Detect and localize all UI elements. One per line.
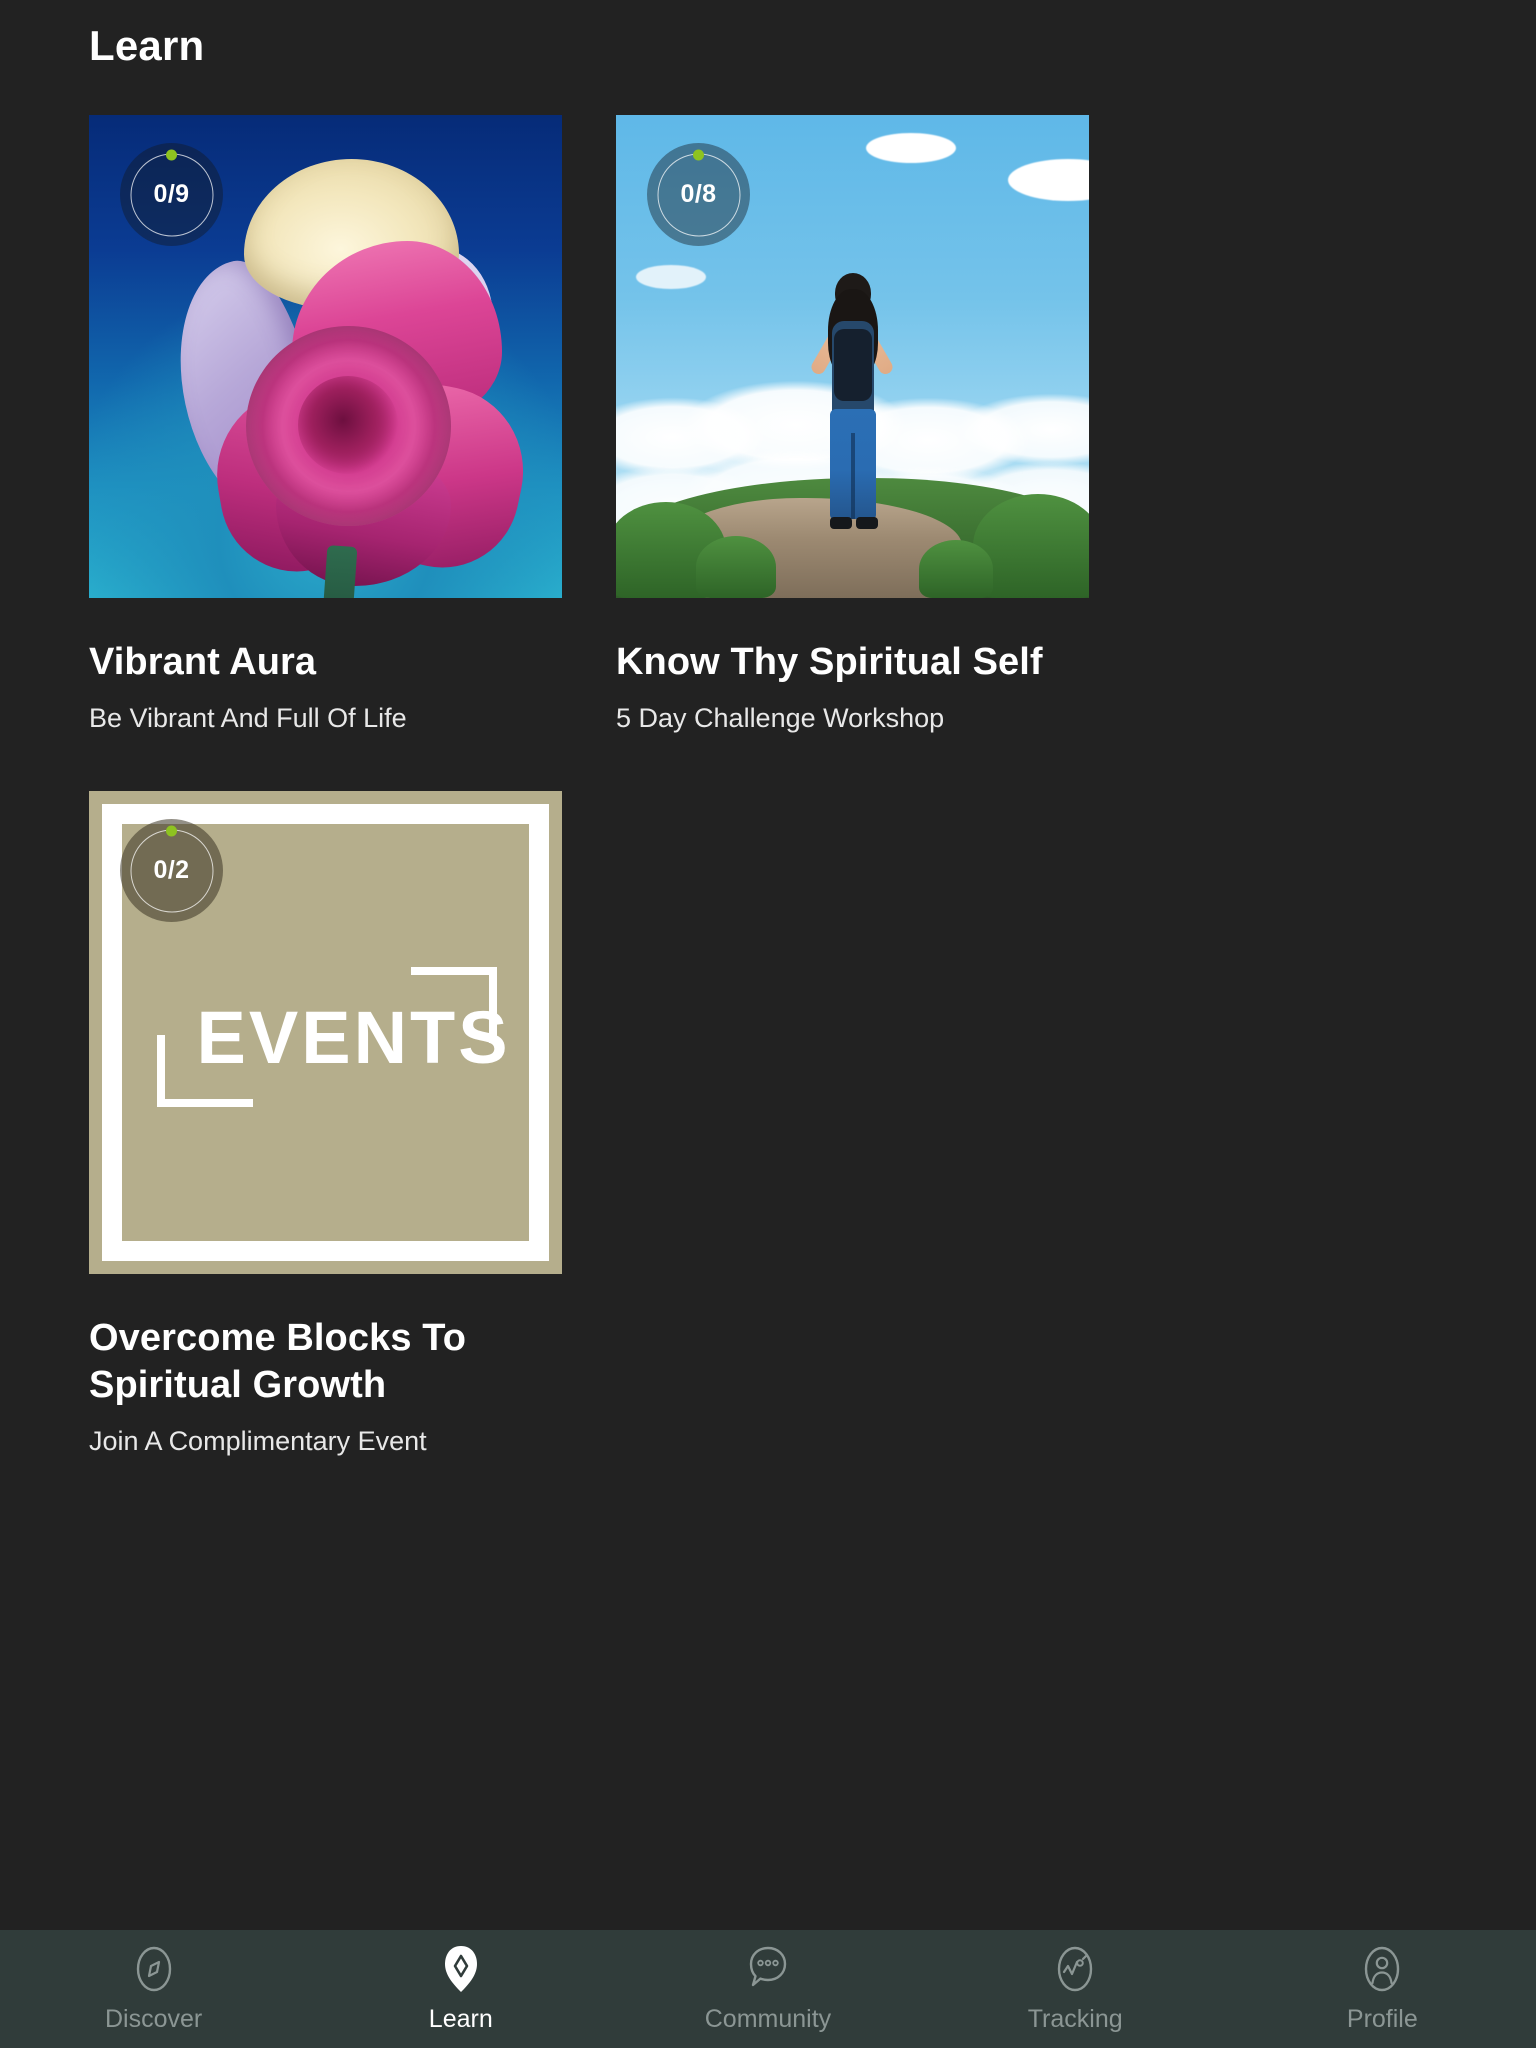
bottom-navigation: Discover Learn Community Tracking Profil… — [0, 1930, 1536, 2048]
backpack-icon — [833, 329, 872, 401]
card-row-2: EVENTS 0/2 Overcome Blocks To Spiritual … — [0, 791, 1536, 1457]
progress-count: 0/8 — [680, 180, 717, 208]
nav-label: Profile — [1346, 2005, 1418, 2033]
progress-dot-icon — [693, 149, 704, 161]
person-icon — [1365, 1946, 1400, 1992]
course-thumbnail[interactable]: EVENTS 0/2 — [89, 791, 562, 1274]
nav-item-discover[interactable]: Discover — [0, 1942, 307, 2033]
card-row-1: 0/9 Vibrant Aura Be Vibrant And Full Of … — [0, 115, 1536, 734]
progress-badge: 0/8 — [647, 143, 750, 246]
course-title: Overcome Blocks To Spiritual Growth — [89, 1317, 467, 1406]
nav-label: Learn — [428, 2005, 493, 2033]
hiker-shoe — [855, 517, 878, 529]
events-logo: EVENTS — [156, 953, 508, 1113]
nav-item-learn[interactable]: Learn — [307, 1942, 614, 2033]
page-title: Learn — [89, 22, 205, 69]
hiker-legs — [829, 409, 876, 519]
nav-item-community[interactable]: Community — [614, 1942, 921, 2033]
course-title: Vibrant Aura — [89, 641, 317, 683]
course-thumbnail[interactable]: 0/8 — [616, 115, 1089, 598]
progress-count: 0/9 — [153, 180, 190, 208]
hiker-shoe — [829, 517, 852, 529]
course-card-overcome-blocks[interactable]: EVENTS 0/2 Overcome Blocks To Spiritual … — [89, 791, 562, 1457]
course-subtitle: Join A Complimentary Event — [89, 1426, 427, 1456]
leaf-pin-icon — [444, 1946, 477, 1992]
cloud-shape — [636, 265, 706, 289]
progress-dot-icon — [166, 149, 177, 161]
hiker-figure — [778, 233, 928, 533]
course-card-vibrant-aura[interactable]: 0/9 Vibrant Aura Be Vibrant And Full Of … — [89, 115, 562, 734]
course-subtitle: 5 Day Challenge Workshop — [616, 703, 945, 733]
nav-item-tracking[interactable]: Tracking — [922, 1942, 1229, 2033]
pulse-icon — [1057, 1946, 1093, 1992]
rose-center — [245, 326, 451, 527]
nav-label: Tracking — [1027, 2005, 1123, 2033]
cloud-shape — [866, 133, 956, 163]
bush-shape — [696, 536, 776, 598]
progress-badge: 0/9 — [120, 143, 223, 246]
course-card-grid: 0/9 Vibrant Aura Be Vibrant And Full Of … — [0, 115, 1536, 1457]
course-title: Know Thy Spiritual Self — [616, 641, 1043, 683]
progress-badge: 0/2 — [120, 819, 223, 922]
bush-shape — [919, 540, 993, 598]
chat-bubble-icon — [749, 1946, 787, 1987]
events-wordmark: EVENTS — [196, 995, 511, 1079]
cloud-shape — [1008, 159, 1089, 201]
nav-label: Community — [704, 2005, 832, 2033]
nav-item-profile[interactable]: Profile — [1229, 1942, 1536, 2033]
progress-count: 0/2 — [153, 856, 190, 884]
progress-dot-icon — [166, 825, 177, 837]
learn-screen: Learn 0/9 Vibrant Aura Be Vibrant And Fu… — [0, 0, 1536, 2048]
course-subtitle: Be Vibrant And Full Of Life — [89, 703, 407, 733]
compass-icon — [136, 1946, 171, 1992]
nav-label: Discover — [104, 2005, 203, 2033]
course-thumbnail[interactable]: 0/9 — [89, 115, 562, 598]
course-card-know-thy-spiritual-self[interactable]: 0/8 Know Thy Spiritual Self 5 Day Challe… — [616, 115, 1089, 734]
